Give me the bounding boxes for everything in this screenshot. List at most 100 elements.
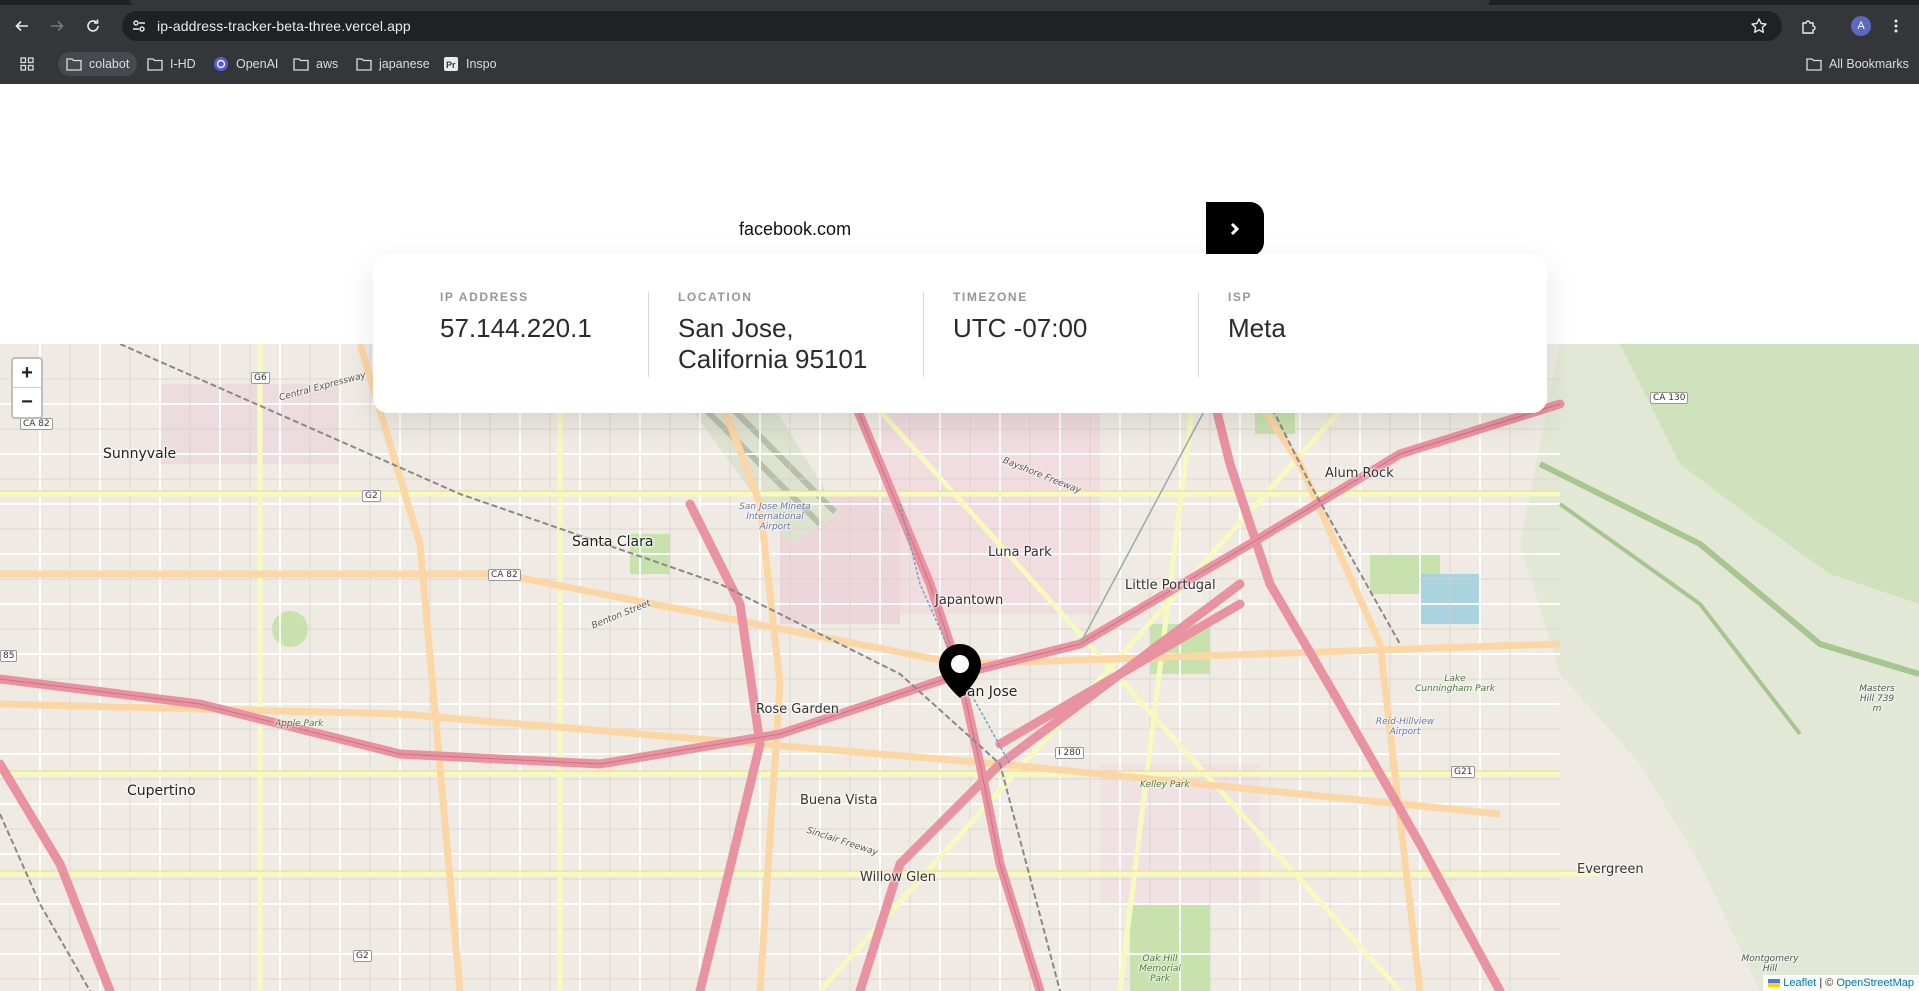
site-settings-icon[interactable] xyxy=(131,18,147,34)
chevron-right-icon xyxy=(1230,222,1240,236)
timezone-section: TIMEZONE UTC -07:00 xyxy=(923,290,1198,413)
map-label-oak-hill: Oak Hill Memorial Park xyxy=(1139,954,1181,984)
road-shield: G2 xyxy=(353,950,372,962)
bookmark-inspo[interactable]: Pr Inspo xyxy=(435,52,505,76)
zoom-in-button[interactable]: + xyxy=(13,359,41,388)
isp-section: ISP Meta xyxy=(1198,290,1473,413)
leaflet-link[interactable]: Leaflet xyxy=(1783,977,1816,989)
location-section: LOCATION San Jose, California 95101 xyxy=(648,290,923,413)
all-bookmarks-button[interactable]: All Bookmarks xyxy=(1798,52,1917,76)
bookmark-openai[interactable]: OpenAI xyxy=(205,52,286,76)
profile-avatar[interactable]: A xyxy=(1851,16,1871,36)
location-value-line2: California 95101 xyxy=(678,344,868,374)
divider xyxy=(648,292,649,377)
active-tab-edge[interactable] xyxy=(130,0,1490,5)
road-shield: 85 xyxy=(0,650,18,662)
location-marker-icon[interactable] xyxy=(936,642,984,700)
map-label-reid-hillview: Reid-Hillview Airport xyxy=(1375,717,1435,737)
extensions-button[interactable] xyxy=(1797,14,1821,38)
isp-label: ISP xyxy=(1228,290,1253,304)
ip-address-section: IP ADDRESS 57.144.220.1 xyxy=(373,290,648,413)
folder-icon xyxy=(293,58,309,71)
forward-button[interactable] xyxy=(45,14,69,38)
ukraine-flag-icon xyxy=(1768,979,1781,987)
bookmark-label: OpenAI xyxy=(236,57,279,71)
search-submit-button[interactable] xyxy=(1206,202,1264,256)
road-shield: CA 82 xyxy=(20,418,53,430)
map-label-masters-hill: Masters Hill 739 m xyxy=(1859,684,1895,714)
reload-icon xyxy=(87,19,99,32)
map-label-sunnyvale: Sunnyvale xyxy=(103,446,177,462)
arrow-right-icon xyxy=(51,20,64,32)
search-form xyxy=(716,202,1264,256)
folder-icon xyxy=(1806,58,1822,71)
location-value: San Jose, California 95101 xyxy=(678,313,923,375)
divider xyxy=(1198,292,1199,377)
bookmark-japanese[interactable]: japanese xyxy=(348,52,438,76)
apps-button[interactable] xyxy=(15,52,39,76)
map-label-airport: San Jose Mineta International Airport xyxy=(739,502,811,532)
road-shield: I 280 xyxy=(1055,747,1084,759)
zoom-control: + − xyxy=(11,357,43,419)
all-bookmarks-label: All Bookmarks xyxy=(1829,57,1909,71)
bookmark-colabot[interactable]: colabot xyxy=(58,52,138,76)
map-label-japantown: Japantown xyxy=(935,593,1004,608)
road-shield: G21 xyxy=(1451,766,1476,778)
ip-search-input[interactable] xyxy=(716,202,1206,256)
location-label: LOCATION xyxy=(678,290,753,304)
tab-strip xyxy=(0,0,1919,5)
road-shield: G6 xyxy=(251,372,270,384)
bookmarks-bar: colabot I-HD OpenAI aws japanese Pr Insp… xyxy=(0,48,1919,78)
bookmark-label: I-HD xyxy=(170,57,196,71)
svg-text:Pr: Pr xyxy=(446,60,456,70)
bookmark-aws[interactable]: aws xyxy=(285,52,346,76)
divider xyxy=(923,292,924,377)
road-shield: G2 xyxy=(362,490,381,502)
map-label-luna-park: Luna Park xyxy=(988,545,1052,560)
zoom-out-button[interactable]: − xyxy=(13,388,41,417)
map-label-santa-clara: Santa Clara xyxy=(572,534,654,550)
address-bar[interactable]: ip-address-tracker-beta-three.vercel.app xyxy=(122,11,1782,41)
folder-icon xyxy=(66,58,82,71)
bookmark-star-icon[interactable] xyxy=(1750,17,1768,35)
bookmark-label: colabot xyxy=(89,57,130,71)
map-label-buena-vista: Buena Vista xyxy=(800,793,878,808)
road-shield: CA 130 xyxy=(1650,392,1689,404)
folder-icon xyxy=(147,58,163,71)
reload-button[interactable] xyxy=(81,14,105,38)
url-text[interactable]: ip-address-tracker-beta-three.vercel.app xyxy=(157,18,411,34)
ip-address-label: IP ADDRESS xyxy=(440,290,529,304)
attribution-separator: | © xyxy=(1819,977,1834,989)
map-label-alum-rock: Alum Rock xyxy=(1325,466,1394,481)
arrow-left-icon xyxy=(15,20,28,32)
bookmark-label: aws xyxy=(316,57,339,71)
timezone-label: TIMEZONE xyxy=(953,290,1028,304)
location-value-line1: San Jose, xyxy=(678,313,794,343)
browser-menu-button[interactable] xyxy=(1884,14,1908,38)
map-label-apple-park: Apple Park xyxy=(275,719,324,729)
bookmark-i-hd[interactable]: I-HD xyxy=(139,52,204,76)
map-label-evergreen: Evergreen xyxy=(1577,862,1644,877)
map-label-lake-cunningham: Lake Cunningham Park xyxy=(1415,674,1496,694)
road-shield: CA 82 xyxy=(488,569,521,581)
map-label-montgomery-hill: Montgomery Hill xyxy=(1741,954,1799,974)
timezone-value: UTC -07:00 xyxy=(953,313,1088,343)
openstreetmap-link[interactable]: OpenStreetMap xyxy=(1836,977,1914,989)
map-attribution: Leaflet | © OpenStreetMap xyxy=(1763,975,1919,991)
browser-toolbar: ip-address-tracker-beta-three.vercel.app… xyxy=(0,6,1919,46)
map-label-kelley-park: Kelley Park xyxy=(1140,780,1190,790)
ip-info-card: IP ADDRESS 57.144.220.1 LOCATION San Jos… xyxy=(373,254,1547,413)
portfolio-icon: Pr xyxy=(444,57,458,71)
map-label-rose-garden: Rose Garden xyxy=(756,702,839,717)
bookmark-label: Inspo xyxy=(466,57,497,71)
openai-icon xyxy=(214,57,228,71)
back-button[interactable] xyxy=(10,14,34,38)
puzzle-icon xyxy=(1802,20,1816,34)
ip-address-value: 57.144.220.1 xyxy=(440,313,592,343)
isp-value: Meta xyxy=(1228,313,1286,343)
map-label-little-portugal: Little Portugal xyxy=(1125,578,1216,593)
apps-grid-icon xyxy=(20,57,34,71)
kebab-menu-icon xyxy=(1894,19,1898,33)
map-label-willow-glen: Willow Glen xyxy=(860,870,937,885)
bookmark-label: japanese xyxy=(379,57,430,71)
